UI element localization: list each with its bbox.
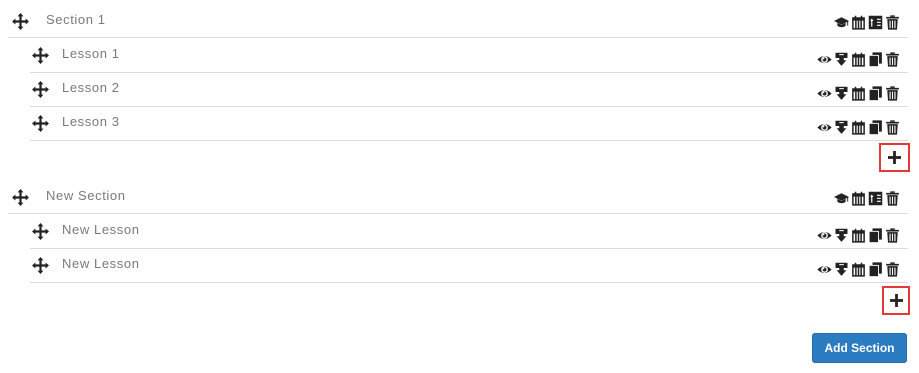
calendar-icon[interactable]: [851, 120, 866, 135]
download-icon[interactable]: [834, 120, 849, 135]
download-icon[interactable]: [834, 228, 849, 243]
trash-icon[interactable]: [885, 191, 900, 206]
download-icon[interactable]: [834, 52, 849, 67]
calendar-icon[interactable]: [851, 191, 866, 206]
trash-icon[interactable]: [885, 86, 900, 101]
trash-icon[interactable]: [885, 52, 900, 67]
eye-icon[interactable]: [817, 86, 832, 101]
graduation-cap-icon[interactable]: [834, 15, 849, 30]
calendar-icon[interactable]: [851, 52, 866, 67]
lesson-title[interactable]: New Lesson: [62, 256, 140, 271]
lesson-row[interactable]: New Lesson: [30, 249, 908, 283]
lesson-title[interactable]: Lesson 3: [62, 114, 120, 129]
copy-icon[interactable]: [868, 228, 883, 243]
add-lesson-button[interactable]: [882, 286, 910, 315]
calendar-icon[interactable]: [851, 228, 866, 243]
copy-icon[interactable]: [868, 86, 883, 101]
download-icon[interactable]: [834, 262, 849, 277]
graduation-cap-icon[interactable]: [834, 191, 849, 206]
reorder-icon[interactable]: [868, 15, 883, 30]
download-icon[interactable]: [834, 86, 849, 101]
lesson-title[interactable]: Lesson 1: [62, 46, 120, 61]
move-handle-icon[interactable]: [11, 189, 29, 207]
trash-icon[interactable]: [885, 262, 900, 277]
calendar-icon[interactable]: [851, 262, 866, 277]
add-section-button[interactable]: Add Section: [812, 333, 907, 363]
lesson-row[interactable]: New Lesson: [30, 215, 908, 249]
move-handle-icon[interactable]: [31, 47, 49, 65]
move-handle-icon[interactable]: [31, 115, 49, 133]
lesson-title[interactable]: Lesson 2: [62, 80, 120, 95]
lesson-title[interactable]: New Lesson: [62, 222, 140, 237]
plus-icon: [888, 151, 901, 164]
calendar-icon[interactable]: [851, 86, 866, 101]
trash-icon[interactable]: [885, 228, 900, 243]
section-title[interactable]: Section 1: [46, 12, 106, 27]
eye-icon[interactable]: [817, 228, 832, 243]
lesson-row[interactable]: Lesson 1: [30, 39, 908, 73]
eye-icon[interactable]: [817, 262, 832, 277]
reorder-icon[interactable]: [868, 191, 883, 206]
move-handle-icon[interactable]: [11, 13, 29, 31]
trash-icon[interactable]: [885, 120, 900, 135]
lesson-row[interactable]: Lesson 2: [30, 73, 908, 107]
eye-icon[interactable]: [817, 120, 832, 135]
section-row[interactable]: Section 1: [8, 6, 908, 38]
add-lesson-button[interactable]: [879, 143, 910, 172]
copy-icon[interactable]: [868, 52, 883, 67]
copy-icon[interactable]: [868, 262, 883, 277]
copy-icon[interactable]: [868, 120, 883, 135]
trash-icon[interactable]: [885, 15, 900, 30]
section-row[interactable]: New Section: [8, 182, 908, 214]
eye-icon[interactable]: [817, 52, 832, 67]
section-title[interactable]: New Section: [46, 188, 126, 203]
lesson-row[interactable]: Lesson 3: [30, 107, 908, 141]
plus-icon: [889, 294, 903, 307]
move-handle-icon[interactable]: [31, 257, 49, 275]
move-handle-icon[interactable]: [31, 81, 49, 99]
move-handle-icon[interactable]: [31, 223, 49, 241]
calendar-icon[interactable]: [851, 15, 866, 30]
